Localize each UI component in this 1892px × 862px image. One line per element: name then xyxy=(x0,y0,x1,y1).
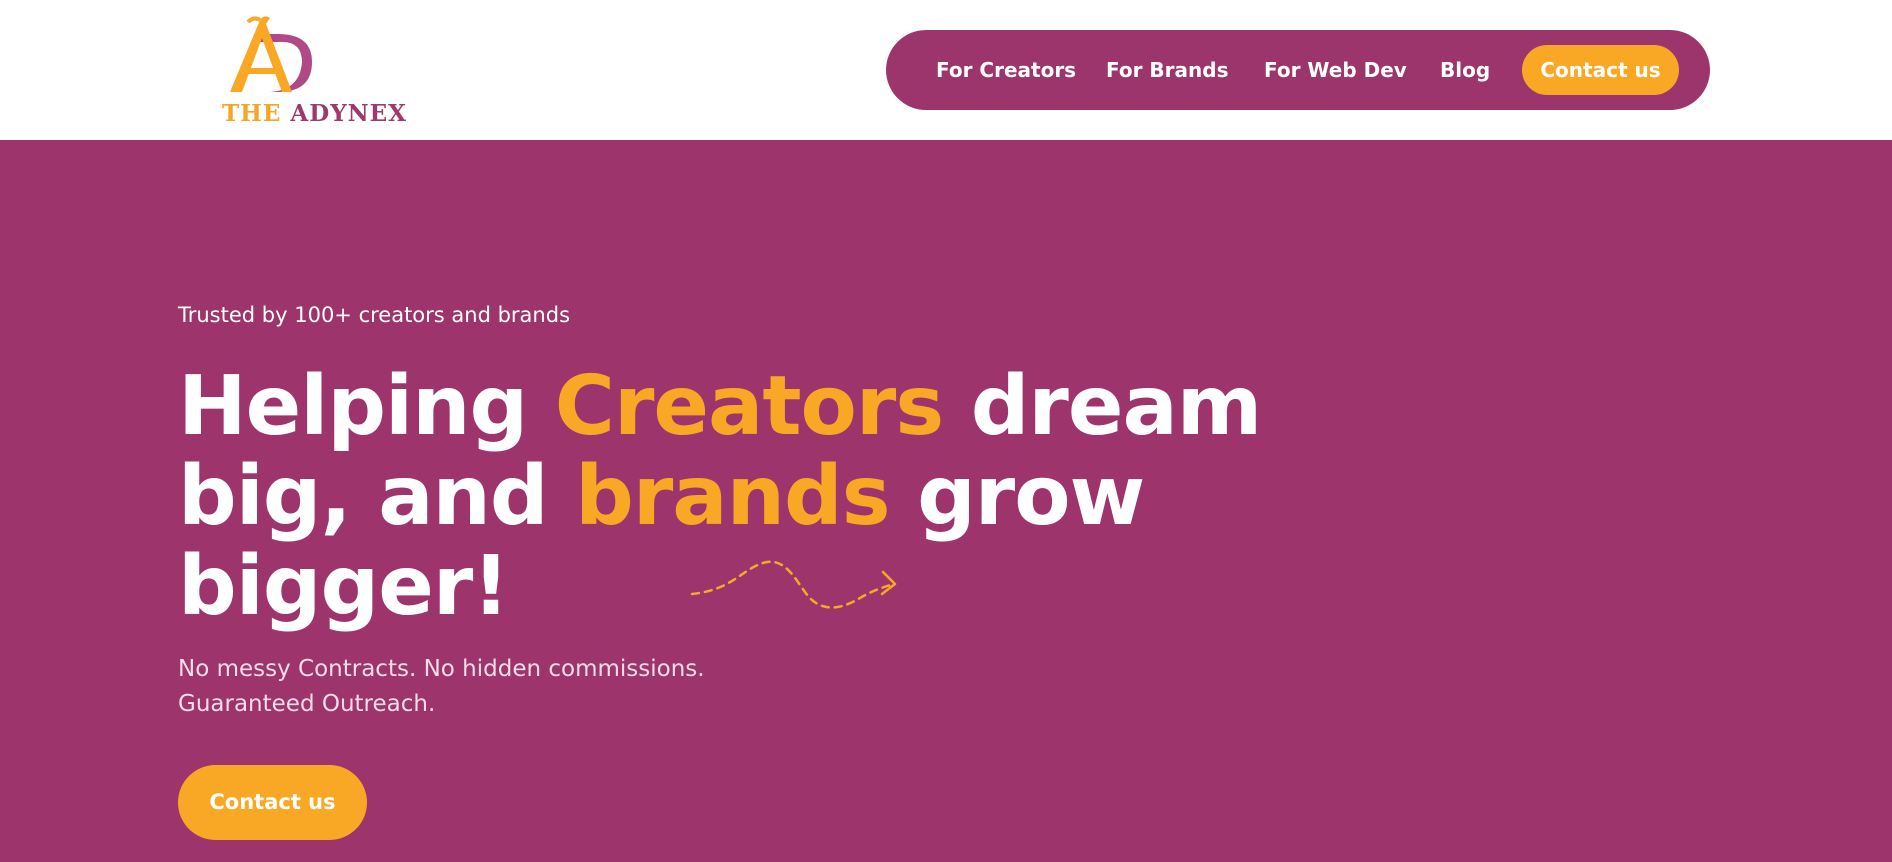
nav-contact-button[interactable]: Contact us xyxy=(1522,45,1679,95)
site-header: THE ADYNEX For Creators For Brands For W… xyxy=(0,0,1892,140)
brand-logo[interactable]: THE ADYNEX xyxy=(220,12,408,130)
hero-contact-button[interactable]: Contact us xyxy=(178,765,367,840)
logo-wordmark: THE ADYNEX xyxy=(222,100,408,127)
subtext-line: Guaranteed Outreach. xyxy=(178,691,436,717)
headline-text: big, and xyxy=(178,449,576,544)
dashed-arrow-icon xyxy=(690,560,897,609)
hero-subtext: No messy Contracts. No hidden commission… xyxy=(178,652,705,722)
headline-text: grow xyxy=(889,449,1145,544)
headline-highlight-brands: brands xyxy=(575,449,890,544)
headline-highlight-creators: Creators xyxy=(554,359,944,454)
nav-item-for-brands[interactable]: For Brands xyxy=(1106,30,1228,110)
nav-item-for-creators[interactable]: For Creators xyxy=(936,30,1076,110)
nav-item-for-web-dev[interactable]: For Web Dev xyxy=(1264,30,1407,110)
logo-mark-icon xyxy=(230,16,312,92)
trusted-text: Trusted by 100+ creators and brands xyxy=(178,303,571,327)
subtext-line: No messy Contracts. No hidden commission… xyxy=(178,656,705,682)
headline-text: dream xyxy=(943,359,1263,454)
hero-section: Trusted by 100+ creators and brands Help… xyxy=(0,140,1892,862)
headline-text: Helping xyxy=(178,359,555,454)
main-nav: For Creators For Brands For Web Dev Blog… xyxy=(886,30,1710,110)
nav-item-blog[interactable]: Blog xyxy=(1440,30,1490,110)
